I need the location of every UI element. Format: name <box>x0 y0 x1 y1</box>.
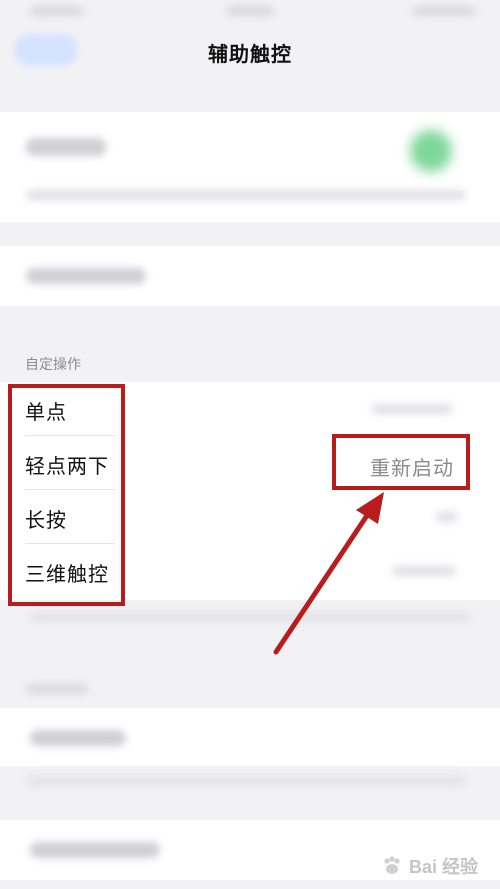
paw-icon <box>384 856 400 874</box>
status-time <box>30 6 84 16</box>
status-bar <box>0 0 500 24</box>
assistive-touch-toggle-card <box>0 112 500 222</box>
blurred-lower-label <box>30 730 126 746</box>
navigation-bar: 辅助触控 <box>0 24 500 80</box>
restart-highlight <box>332 434 470 490</box>
blurred-lower-card <box>0 708 500 766</box>
blurred-footnote <box>30 612 470 622</box>
blurred-bottom-label <box>30 842 160 858</box>
blurred-menu-label <box>26 268 146 284</box>
blurred-long-press-value <box>436 512 458 522</box>
status-center <box>226 6 274 16</box>
custom-actions-header: 自定操作 <box>25 356 81 372</box>
blurred-description <box>26 190 466 200</box>
blurred-section-header-2 <box>26 684 88 694</box>
watermark-text: Bai 经验 <box>408 857 478 877</box>
page-title: 辅助触控 <box>208 44 292 66</box>
blurred-single-tap-value <box>372 404 452 414</box>
assistive-touch-toggle[interactable] <box>410 130 452 172</box>
blurred-3d-touch-value <box>392 566 456 576</box>
watermark: Bai 经验 <box>381 853 478 879</box>
status-icons <box>412 6 476 16</box>
blurred-lower-footnote <box>26 776 466 786</box>
blurred-toggle-label <box>26 138 106 156</box>
customize-menu-card[interactable] <box>0 246 500 306</box>
custom-actions-highlight <box>8 384 125 606</box>
